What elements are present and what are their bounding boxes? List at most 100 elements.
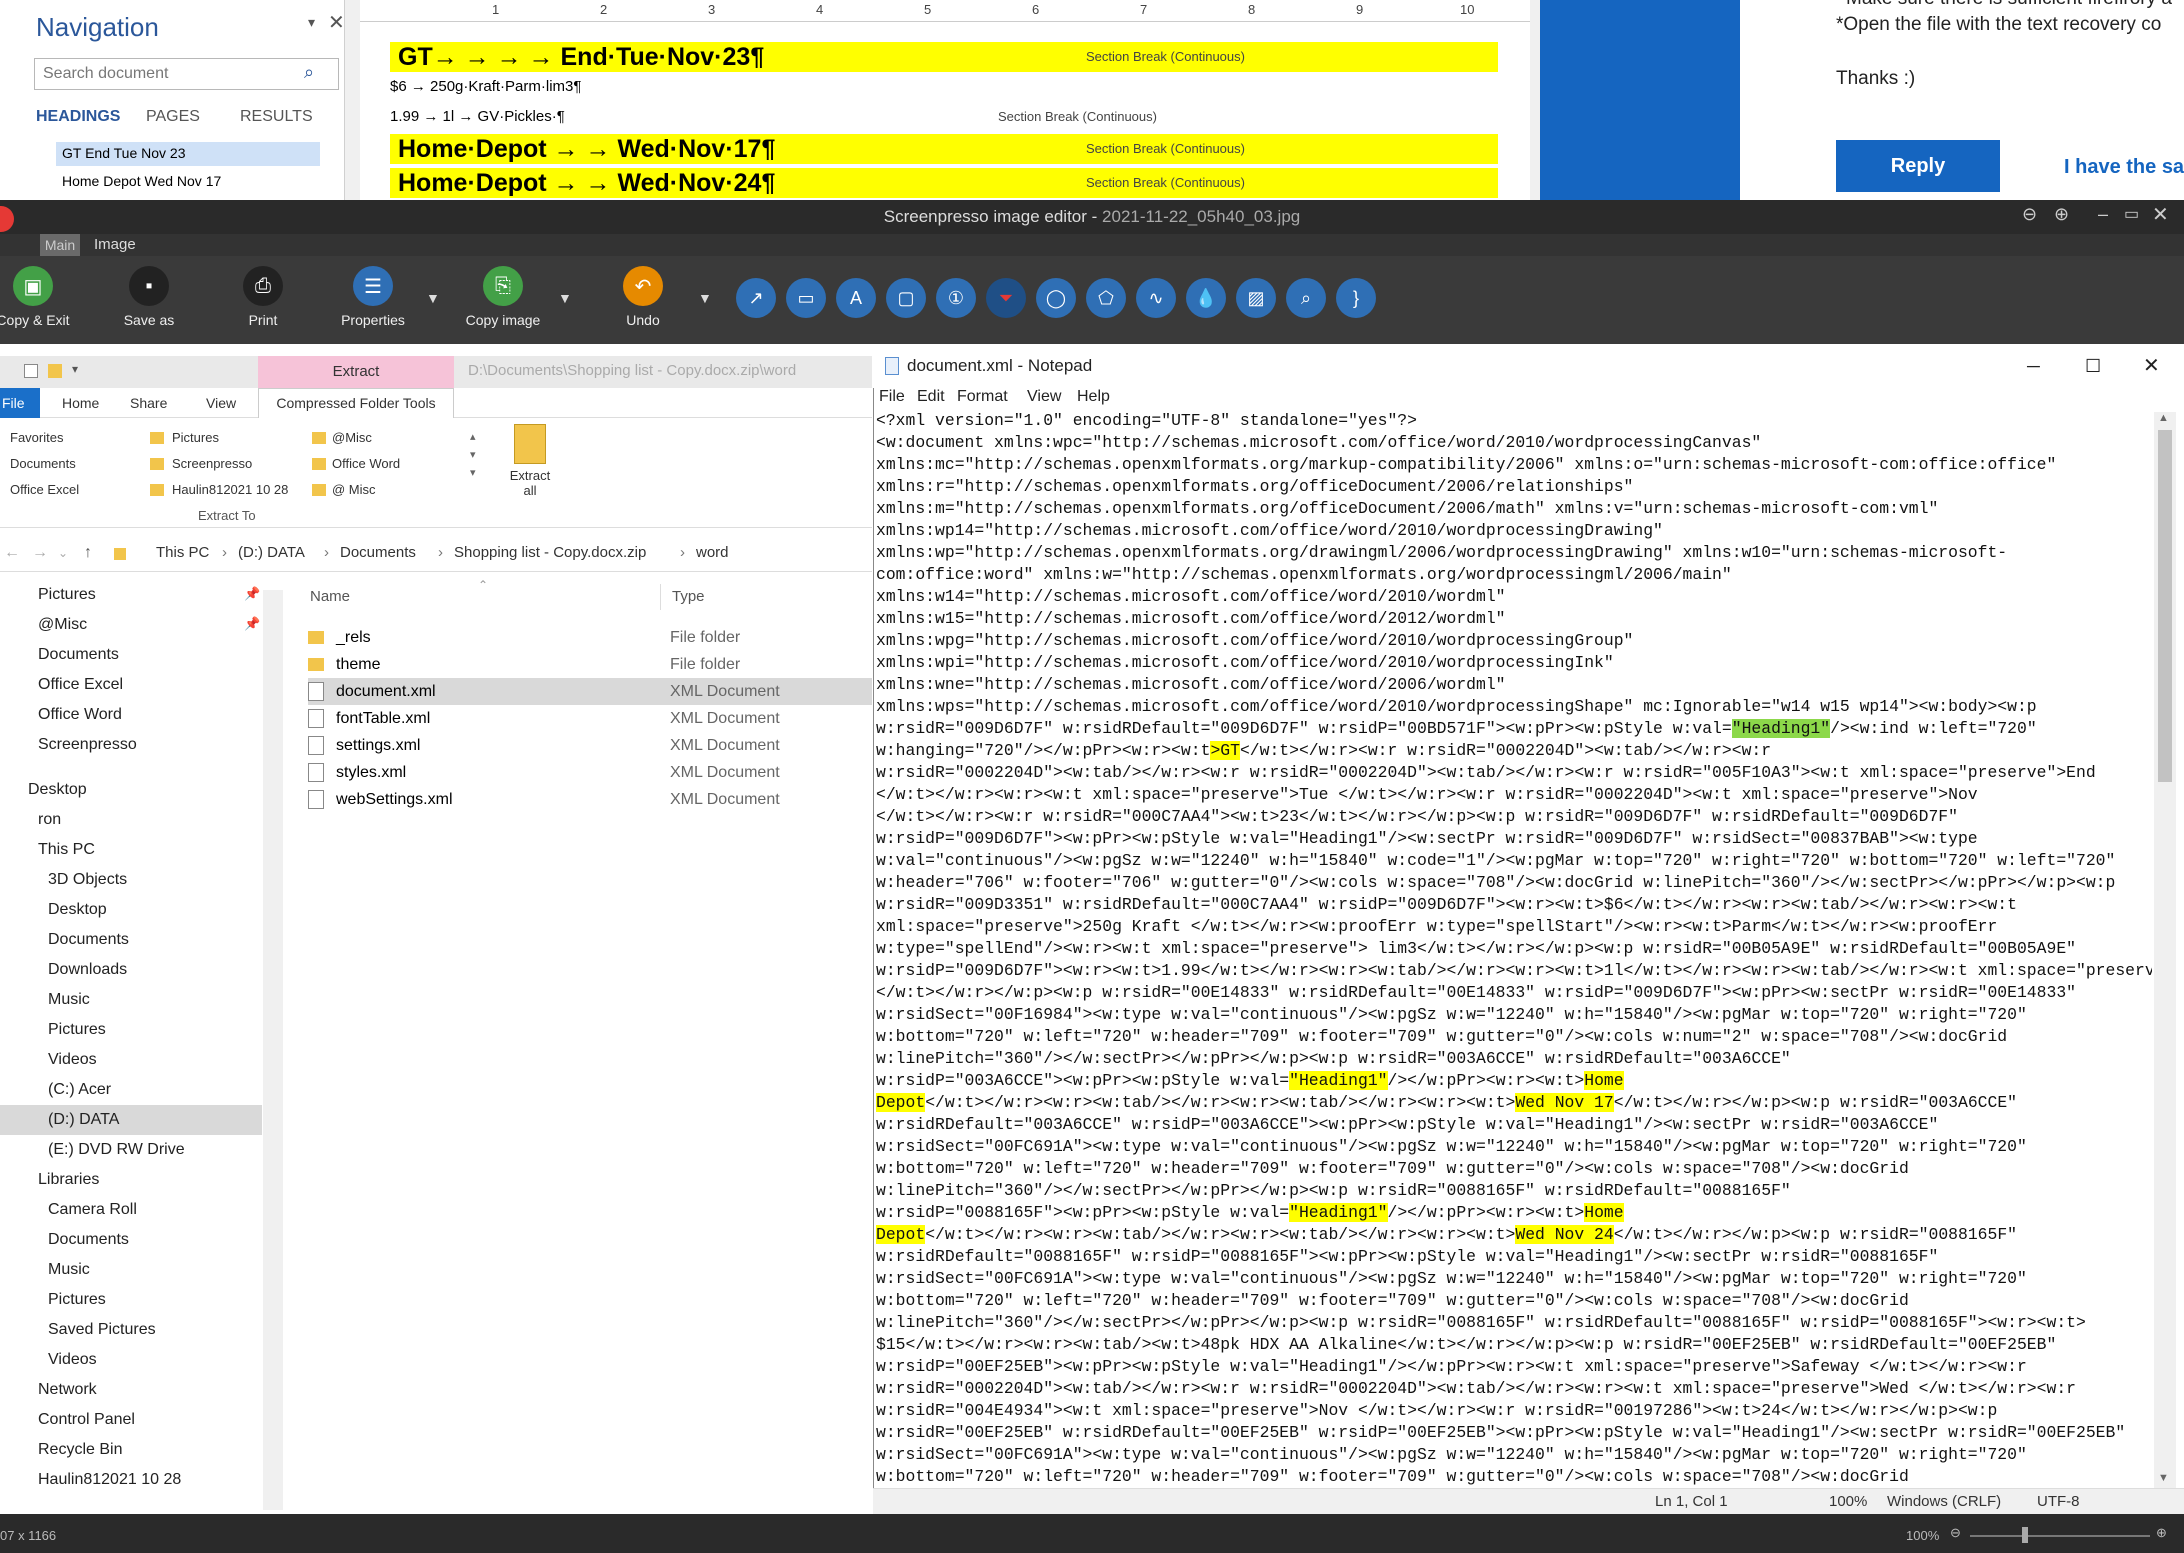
file-row[interactable]: webSettings.xml XML Document	[308, 786, 872, 813]
tree-scrollbar[interactable]	[263, 590, 283, 1510]
highlighter-tool-icon[interactable]: ⏷	[986, 278, 1026, 318]
undo-button[interactable]: ↶ Undo	[598, 266, 688, 328]
minimize-icon[interactable]: ─	[2027, 344, 2040, 388]
copy-exit-button[interactable]: ▣ Copy & Exit	[0, 266, 78, 328]
column-header-type[interactable]: Type	[672, 588, 705, 605]
tab-headings[interactable]: HEADINGS	[36, 108, 120, 126]
properties-dropdown-icon[interactable]: ▼	[426, 290, 440, 306]
ellipse-tool-icon[interactable]: ◯	[1036, 278, 1076, 318]
extract-dest-office-excel[interactable]: Office Excel	[10, 482, 79, 497]
tree-item[interactable]: Camera Roll	[0, 1195, 137, 1225]
menu-help[interactable]: Help	[1077, 388, 1110, 406]
menu-file[interactable]: File	[879, 388, 905, 406]
extract-dest-documents[interactable]: Documents	[10, 456, 76, 471]
maximize-icon[interactable]: ☐	[2085, 344, 2101, 388]
tree-item[interactable]: Downloads	[0, 955, 127, 985]
menu-view[interactable]: View	[1027, 388, 1061, 406]
file-row[interactable]: styles.xml XML Document	[308, 759, 872, 786]
tree-item[interactable]: Videos	[0, 1345, 97, 1375]
tab-share[interactable]: Share	[130, 395, 167, 411]
document-page[interactable]: GT→ → → → End·Tue·Nov·23¶ Section Break …	[360, 22, 1530, 200]
search-icon[interactable]: ⌕	[304, 62, 314, 83]
zoom-out-icon[interactable]: ⊖	[1950, 1525, 1961, 1541]
tree-item[interactable]: Pictures	[0, 1015, 106, 1045]
maximize-icon[interactable]: ▭	[2124, 204, 2139, 224]
back-arrow-icon[interactable]: ←	[4, 544, 20, 562]
tree-item[interactable]: Office Word	[0, 700, 122, 730]
text-tool-icon[interactable]: A	[836, 278, 876, 318]
file-row[interactable]: theme File folder	[308, 651, 872, 678]
nav-heading-item[interactable]: GT End Tue Nov 23	[56, 142, 320, 166]
zoom-slider-thumb[interactable]	[2022, 1527, 2028, 1543]
tab-pages[interactable]: PAGES	[146, 108, 200, 126]
undo-dropdown-icon[interactable]: ▼	[698, 290, 712, 306]
copy-image-dropdown-icon[interactable]: ▼	[558, 290, 572, 306]
save-as-button[interactable]: ▪ Save as	[104, 266, 194, 328]
tab-home[interactable]: Home	[62, 395, 99, 411]
nav-close-icon[interactable]: ✕	[328, 10, 345, 35]
tree-item[interactable]: Office Excel	[0, 670, 123, 700]
qat-properties-icon[interactable]	[24, 364, 38, 378]
file-row[interactable]: fontTable.xml XML Document	[308, 705, 872, 732]
shape-tool-icon[interactable]: ⬠	[1086, 278, 1126, 318]
rectangle-tool-icon[interactable]: ▭	[786, 278, 826, 318]
tab-view[interactable]: View	[206, 395, 236, 411]
address-bar[interactable]: ← → ⌄ ↑ This PC › (D:) DATA › Documents …	[0, 536, 872, 572]
scroll-down-icon[interactable]: ▼	[2158, 1472, 2169, 1484]
breadcrumb-this-pc[interactable]: This PC	[156, 544, 209, 561]
tab-results[interactable]: RESULTS	[240, 108, 313, 126]
tree-item[interactable]: (C:) Acer	[0, 1075, 111, 1105]
tree-item[interactable]: Libraries	[0, 1165, 99, 1195]
search-document-input[interactable]: Search document	[34, 58, 339, 90]
scroll-up-icon[interactable]: ▲	[2158, 412, 2169, 424]
tree-item[interactable]: Haulin812021 10 28	[0, 1465, 181, 1495]
tree-item[interactable]: Recycle Bin	[0, 1435, 122, 1465]
tree-item[interactable]: Documents	[0, 640, 119, 670]
breadcrumb-zip[interactable]: Shopping list - Copy.docx.zip	[454, 544, 646, 561]
step-tool-icon[interactable]: ①	[936, 278, 976, 318]
menu-format[interactable]: Format	[957, 388, 1008, 406]
file-row-selected[interactable]: document.xml XML Document	[308, 678, 872, 705]
tree-item[interactable]: Documents	[0, 925, 129, 955]
tab-image[interactable]: Image	[94, 234, 136, 256]
callout-tool-icon[interactable]: ▢	[886, 278, 926, 318]
minimize-icon[interactable]: –	[2098, 204, 2108, 225]
up-arrow-icon[interactable]: ↑	[84, 544, 92, 562]
tab-compressed-folder-tools[interactable]: Compressed Folder Tools	[258, 388, 454, 418]
notepad-text-area[interactable]: <?xml version="1.0" encoding="UTF-8" sta…	[876, 410, 2152, 1488]
tree-item[interactable]: Screenpresso	[0, 730, 137, 760]
extract-dest-scroll-icon[interactable]: ▴ ▾ ▾	[470, 428, 476, 482]
qat-dropdown-icon[interactable]: ▾	[72, 362, 78, 376]
close-icon[interactable]: ✕	[2143, 344, 2160, 388]
zoom-in-icon[interactable]: ⊕	[2156, 1525, 2167, 1541]
breadcrumb-word[interactable]: word	[696, 544, 729, 561]
freehand-tool-icon[interactable]: ∿	[1136, 278, 1176, 318]
extract-dest-favorites[interactable]: Favorites	[10, 430, 63, 445]
pin-icon[interactable]: 📌	[244, 586, 260, 602]
ruler[interactable]: 1 2 3 4 5 6 7 8 9 10	[360, 0, 1530, 22]
image-tool-icon[interactable]: ▨	[1236, 278, 1276, 318]
close-icon[interactable]: ✕	[2152, 202, 2169, 227]
print-button[interactable]: ⎙ Print	[218, 266, 308, 328]
tree-item[interactable]: Documents	[0, 1225, 129, 1255]
tab-file[interactable]: File	[0, 388, 40, 418]
tree-item[interactable]: Pictures	[0, 580, 96, 610]
tree-item[interactable]: Network	[0, 1375, 97, 1405]
qat-folder-icon[interactable]	[48, 364, 62, 378]
tree-item[interactable]: ron	[0, 805, 61, 835]
magnifier-tool-icon[interactable]: ⌕	[1286, 278, 1326, 318]
tree-item[interactable]: @Misc	[0, 610, 87, 640]
column-header-name[interactable]: Name	[310, 588, 350, 605]
brace-tool-icon[interactable]: }	[1336, 278, 1376, 318]
tab-main[interactable]: Main	[40, 234, 80, 256]
tree-item[interactable]: Desktop	[0, 775, 87, 805]
arrow-tool-icon[interactable]: ↗	[736, 278, 776, 318]
breadcrumb-d-data[interactable]: (D:) DATA	[238, 544, 305, 561]
file-row[interactable]: _rels File folder	[308, 624, 872, 651]
forward-icon[interactable]: ⊕	[2054, 204, 2069, 225]
zoom-slider[interactable]	[1970, 1535, 2150, 1537]
reply-button[interactable]: Reply	[1836, 140, 2000, 192]
properties-button[interactable]: ☰ Properties	[328, 266, 418, 328]
nav-heading-item[interactable]: Home Depot Wed Nov 17	[56, 170, 227, 192]
nav-dropdown-icon[interactable]: ▾	[308, 14, 315, 31]
